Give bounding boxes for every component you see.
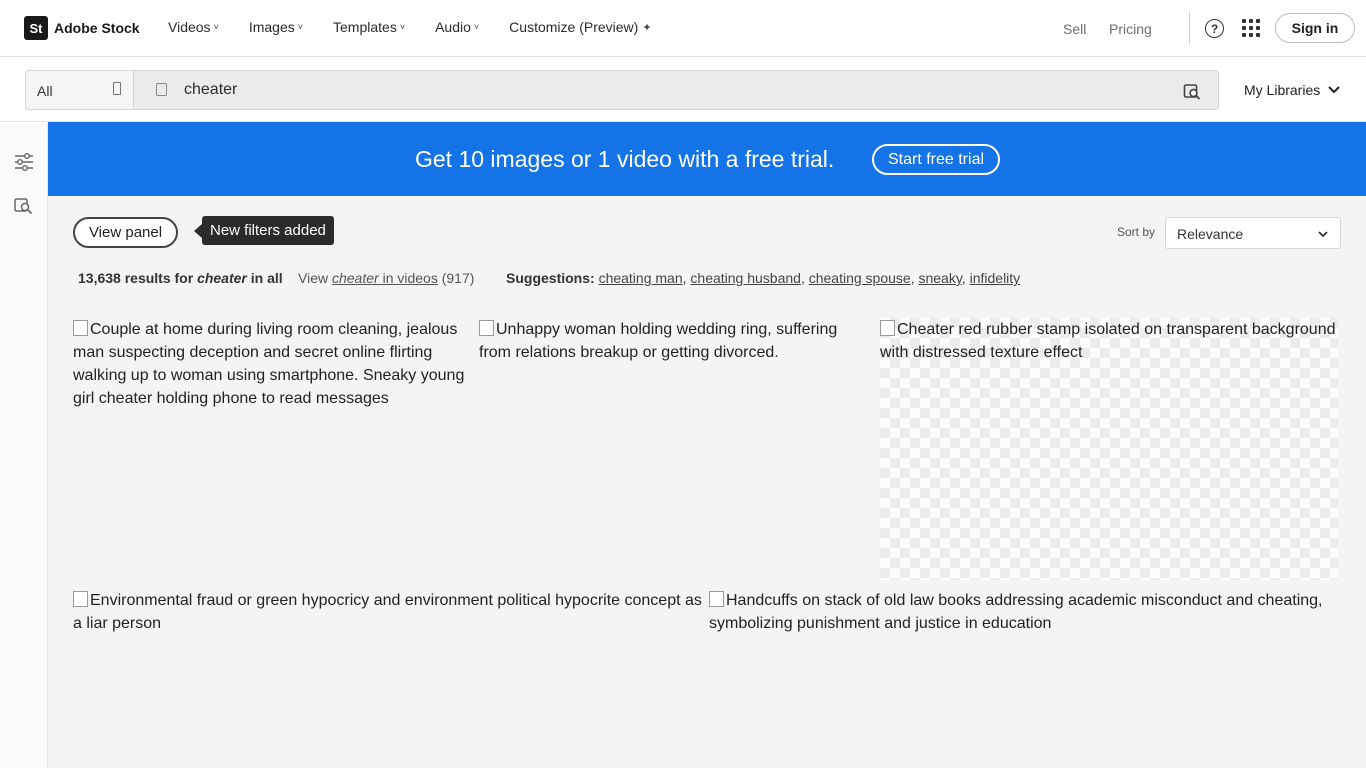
search-scope-select[interactable]: All: [26, 71, 134, 109]
sort-value: Relevance: [1177, 226, 1244, 242]
nav-item-templates[interactable]: Templates ˅: [333, 19, 405, 35]
filters-icon[interactable]: [13, 151, 35, 173]
nav-item-label: Templates: [333, 19, 397, 35]
search-box: All: [25, 70, 1219, 110]
search-input[interactable]: [184, 81, 1084, 99]
free-trial-banner: Get 10 images or 1 video with a free tri…: [48, 122, 1366, 196]
result-tile[interactable]: Environmental fraud or green hypocricy a…: [73, 589, 703, 635]
result-image-alt: Cheater red rubber stamp isolated on tra…: [880, 321, 1336, 361]
divider: [1189, 12, 1190, 44]
nav-item-images[interactable]: Images ˅: [249, 19, 303, 35]
stock-logo-icon: St: [24, 16, 48, 40]
result-image-alt: Environmental fraud or green hypocricy a…: [73, 592, 702, 632]
chevron-down-icon: [1318, 231, 1328, 238]
chevron-down-icon: ˅: [399, 22, 406, 32]
result-image-alt: Couple at home during living room cleani…: [73, 321, 465, 407]
results-scope: in all: [250, 270, 283, 286]
nav-item-audio[interactable]: Audio ˅: [435, 19, 479, 35]
result-image-alt: Unhappy woman holding wedding ring, suff…: [479, 321, 838, 361]
adobe-stock-logo[interactable]: St Adobe Stock: [24, 16, 140, 40]
video-count: (917): [441, 270, 475, 286]
suggestions: Suggestions: cheating man, cheating husb…: [506, 270, 1021, 286]
sell-link[interactable]: Sell: [1063, 21, 1086, 37]
view-in-videos: View cheater in videos (917): [298, 270, 474, 286]
results-summary: 13,638 results for cheater in all: [78, 270, 283, 286]
sign-in-button[interactable]: Sign in: [1275, 13, 1355, 43]
results-count: 13,638 results for: [78, 270, 194, 286]
result-tile[interactable]: Handcuffs on stack of old law books addr…: [709, 589, 1338, 635]
result-tile[interactable]: Cheater red rubber stamp isolated on tra…: [880, 318, 1338, 580]
result-tile[interactable]: Unhappy woman holding wedding ring, suff…: [479, 318, 869, 364]
chevron-down-icon: ˅: [473, 22, 480, 32]
sparkle-icon: ✦: [642, 21, 652, 34]
sort-by-label: Sort by: [1117, 225, 1156, 239]
view-query: cheater: [331, 270, 379, 286]
view-panel-button[interactable]: View panel: [73, 217, 178, 248]
top-navigation: St Adobe Stock Videos ˅ Images ˅ Templates…: [0, 0, 1366, 57]
nav-item-customize[interactable]: Customize (Preview) ✦: [509, 19, 651, 35]
nav-item-videos[interactable]: Videos ˅: [168, 19, 219, 35]
left-rail: [0, 123, 48, 768]
visual-search-icon[interactable]: [13, 195, 35, 217]
suggestion-link[interactable]: cheating husband: [690, 270, 801, 286]
nav-item-label: Audio: [435, 19, 471, 35]
nav-item-label: Customize (Preview): [509, 19, 639, 35]
new-filters-tooltip: New filters added: [194, 216, 334, 245]
my-libraries-label: My Libraries: [1244, 82, 1321, 98]
suggestion-link[interactable]: sneaky: [918, 270, 961, 286]
dropdown-icon: [113, 82, 121, 95]
nav-item-label: Videos: [168, 19, 211, 35]
visual-search-icon[interactable]: [1183, 82, 1201, 100]
pricing-link[interactable]: Pricing: [1109, 21, 1152, 37]
search-scope-value: All: [37, 83, 53, 99]
nav-item-label: Images: [248, 19, 295, 35]
suggestion-link[interactable]: cheating spouse: [809, 270, 911, 286]
chevron-down-icon: [1328, 86, 1340, 94]
start-free-trial-button[interactable]: Start free trial: [872, 144, 1000, 175]
search-bar-area: All My Libraries: [0, 57, 1366, 122]
view-in-videos-link[interactable]: cheater in videos: [332, 270, 438, 286]
my-libraries-button[interactable]: My Libraries: [1244, 82, 1340, 98]
help-icon[interactable]: ?: [1205, 19, 1224, 38]
result-tile[interactable]: Couple at home during living room cleani…: [73, 318, 467, 410]
app-switcher-icon[interactable]: [1242, 19, 1260, 37]
chevron-down-icon: ˅: [297, 22, 304, 32]
main-menu: Videos ˅ Images ˅ Templates ˅ Audio ˅ Custom…: [168, 19, 682, 35]
chevron-down-icon: ˅: [213, 22, 219, 32]
suggestion-link[interactable]: infidelity: [970, 270, 1021, 286]
brand-name: Adobe Stock: [54, 20, 140, 36]
view-prefix: View: [298, 270, 329, 286]
banner-text: Get 10 images or 1 video with a free tri…: [415, 146, 835, 172]
search-checkbox[interactable]: [156, 83, 167, 96]
view-suffix: in videos: [382, 270, 438, 286]
suggestion-link[interactable]: cheating man: [599, 270, 683, 286]
result-image-alt: Handcuffs on stack of old law books addr…: [709, 592, 1323, 632]
search-results-area: View panel New filters added Sort by Rel…: [48, 196, 1366, 768]
suggestions-label: Suggestions:: [506, 270, 595, 286]
sort-select[interactable]: Relevance: [1165, 217, 1341, 249]
results-query: cheater: [197, 270, 247, 286]
